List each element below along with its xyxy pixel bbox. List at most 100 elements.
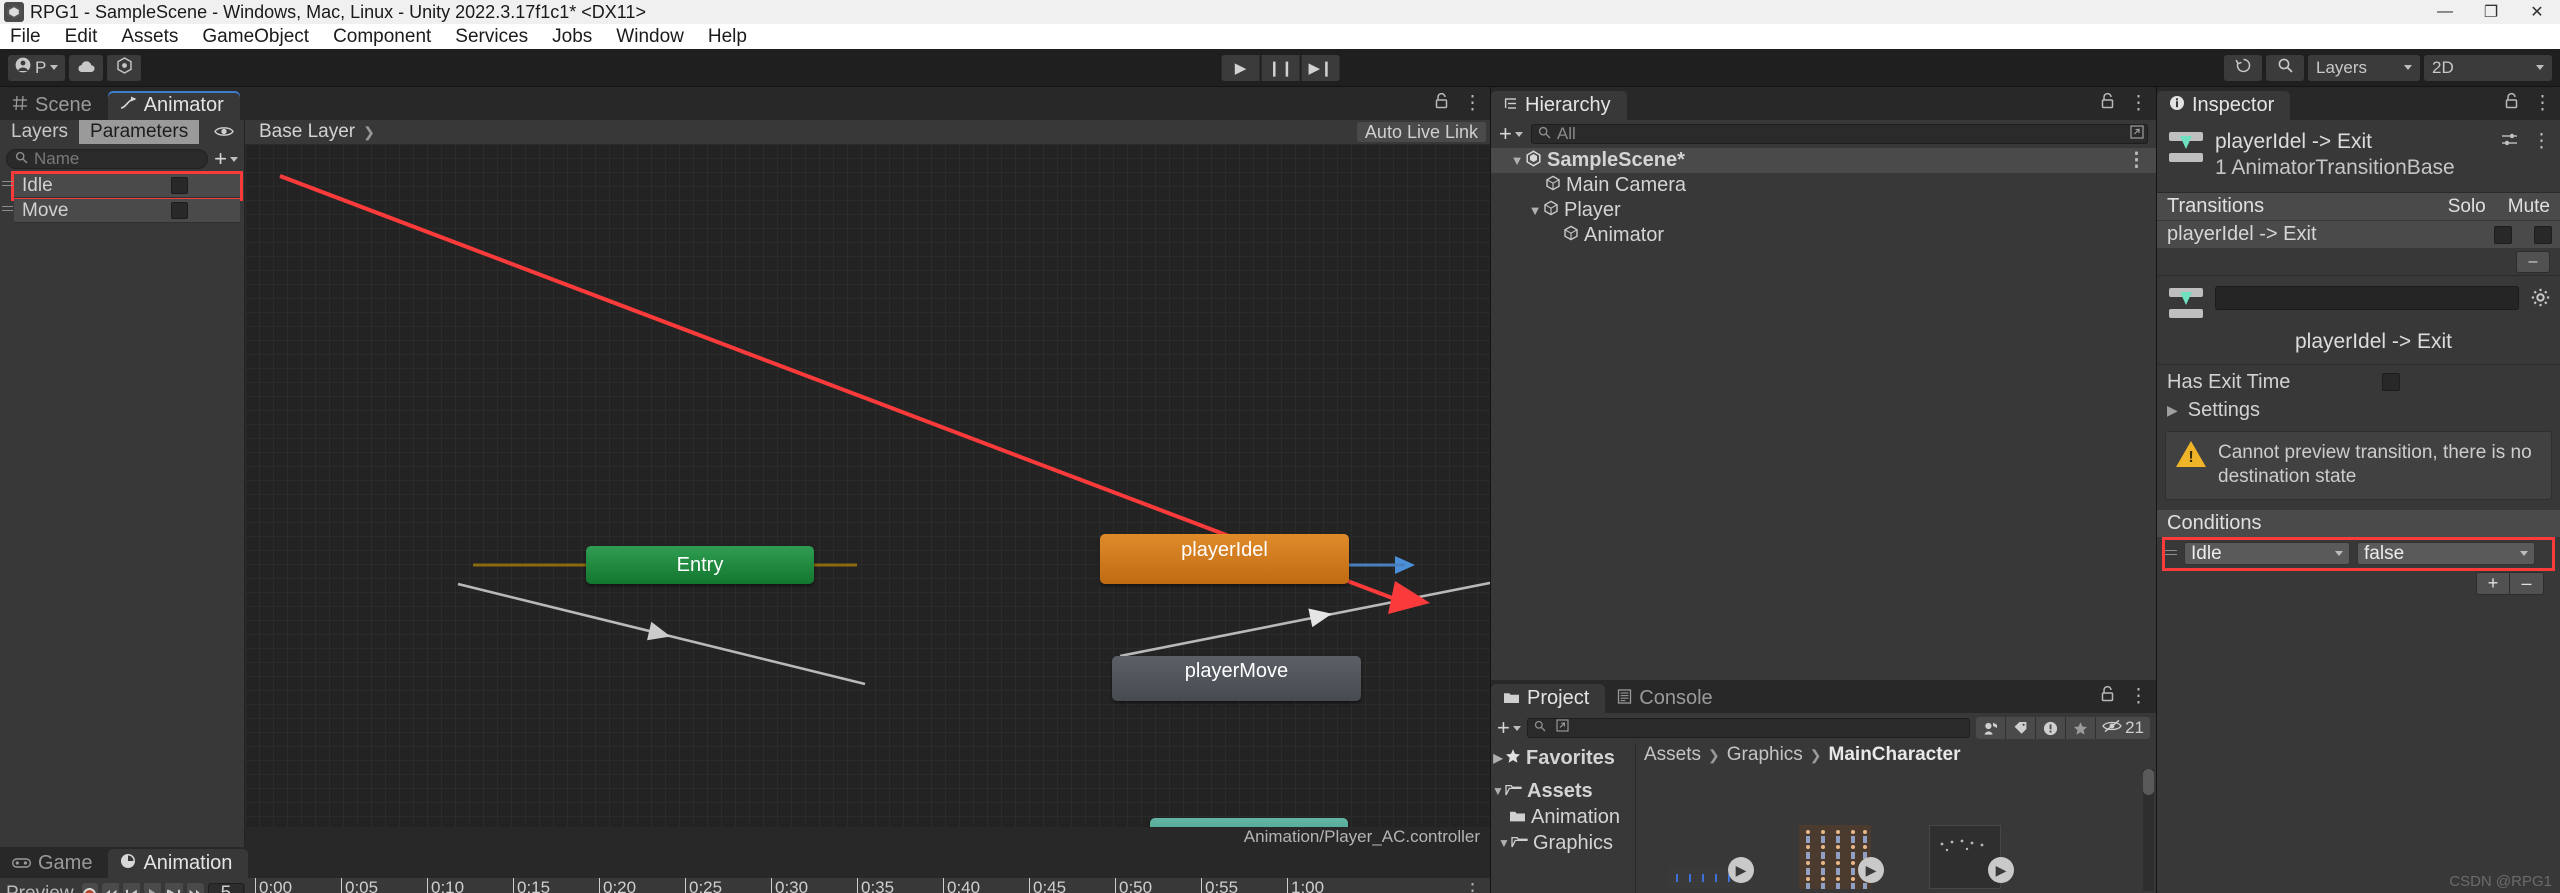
tab-console[interactable]: Console [1605,684,1728,713]
tab-scene[interactable]: Scene [0,91,108,120]
current-frame-input[interactable]: 5 [207,882,244,893]
auto-live-link-button[interactable]: Auto Live Link [1356,122,1486,142]
warning-filter-icon[interactable] [2036,717,2067,739]
parameter-row-move[interactable]: Move [2,199,240,223]
menu-item-component[interactable]: Component [321,24,443,49]
preview-label[interactable]: Preview [6,883,74,893]
breadcrumb-assets[interactable]: Assets [1644,744,1701,766]
play-preview-icon[interactable]: ▶ [1988,857,2014,883]
menu-item-file[interactable]: File [0,24,53,49]
twisty-open-icon[interactable]: ▼ [1497,836,1511,850]
eye-icon[interactable] [214,123,234,143]
play-button[interactable]: ▶ [1221,54,1260,81]
menu-bar[interactable]: File Edit Assets GameObject Component Se… [0,24,2560,49]
menu-item-jobs[interactable]: Jobs [540,24,604,49]
condition-value-dropdown[interactable]: false [2357,542,2535,566]
add-parameter-button[interactable]: + [214,146,238,172]
graph-node-entry[interactable]: Entry [586,546,814,584]
project-folder-tree[interactable]: ▶ Favorites ▼ Assets Animation ▼ Graphic… [1491,743,1636,893]
lock-icon[interactable] [1434,92,1449,114]
tab-game[interactable]: Game [0,849,108,878]
record-button[interactable] [81,882,99,893]
hierarchy-item-samplescene[interactable]: ▼ SampleScene* ⋮ [1491,148,2156,173]
hierarchy-item-main-camera[interactable]: Main Camera [1491,173,2156,198]
twisty-open-icon[interactable]: ▼ [1491,784,1505,798]
tab-project[interactable]: Project [1491,684,1606,713]
animation-timeline-ruler[interactable]: 0:00 0:05 0:10 0:15 0:20 0:25 0:30 0:35 … [245,878,1490,893]
graph-node-playermove[interactable]: playerMove [1112,656,1361,701]
play-animation-button[interactable] [144,882,162,893]
layout-dropdown[interactable]: 2D [2424,54,2552,81]
solo-checkbox[interactable] [2494,225,2512,244]
layers-dropdown[interactable]: Layers [2308,54,2420,81]
menu-item-services[interactable]: Services [443,24,540,49]
menu-item-window[interactable]: Window [604,24,696,49]
project-tree-item-assets[interactable]: ▼ Assets [1491,778,1635,804]
expand-search-icon[interactable] [2130,125,2144,143]
kebab-icon[interactable]: ⋮ [1463,94,1482,113]
kebab-icon[interactable]: ⋮ [2533,94,2552,113]
graph-node-playeridel[interactable]: playerIdel [1100,534,1349,584]
breadcrumb-graphics[interactable]: Graphics [1727,744,1803,766]
account-button[interactable]: P [8,54,66,81]
drag-handle-icon[interactable] [2,206,13,214]
preset-icon[interactable] [2501,132,2519,153]
close-button[interactable]: ✕ [2514,0,2560,24]
lock-icon[interactable] [2100,685,2115,707]
go-to-end-button[interactable] [186,882,204,893]
avatar-filter-icon[interactable] [1976,717,2007,739]
hierarchy-search-input[interactable]: All [1530,124,2148,144]
subtab-layers[interactable]: Layers [0,120,79,144]
mute-checkbox[interactable] [2534,225,2552,244]
services-button[interactable] [107,54,142,81]
twisty-open-icon[interactable]: ▼ [1509,153,1525,168]
favorite-filter-icon[interactable] [2066,717,2097,739]
play-preview-icon[interactable]: ▶ [1858,857,1884,883]
has-exit-time-checkbox[interactable] [2382,373,2400,391]
asset-item[interactable]: ▶ [1798,825,1884,889]
minimize-button[interactable]: — [2422,0,2468,24]
kebab-icon[interactable]: ⋮ [2129,94,2148,113]
project-tree-item-graphics[interactable]: ▼ Graphics [1491,830,1635,856]
kebab-icon[interactable]: ⋮ [2129,687,2148,706]
kebab-icon[interactable]: ⋮ [1463,882,1482,893]
prev-frame-button[interactable] [123,882,141,893]
menu-item-help[interactable]: Help [696,24,759,49]
twisty-open-icon[interactable]: ▼ [1527,203,1543,218]
play-preview-icon[interactable]: ▶ [1728,857,1754,883]
step-button[interactable]: ▶❙ [1301,54,1340,81]
asset-item[interactable]: ▶ [1668,857,1754,889]
project-create-button[interactable]: + [1497,715,1521,741]
kebab-icon[interactable]: ⋮ [2532,132,2551,153]
breadcrumb-maincharacter[interactable]: MainCharacter [1829,744,1961,766]
parameter-row-idle[interactable]: Idle [2,171,243,201]
twisty-closed-icon[interactable]: ▶ [1491,751,1505,765]
pause-button[interactable]: ❙❙ [1261,54,1300,81]
remove-condition-button[interactable]: – [2510,571,2544,595]
subtab-parameters[interactable]: Parameters [79,120,200,144]
next-frame-button[interactable] [165,882,183,893]
window-controls[interactable]: — ❐ ✕ [2422,0,2560,24]
asset-item[interactable]: ▶ [1928,825,2014,889]
add-condition-button[interactable]: + [2476,571,2510,595]
hierarchy-tree[interactable]: ▼ SampleScene* ⋮ Main Camera ▼ Player An… [1491,148,2156,680]
drag-handle-icon[interactable] [2165,549,2177,558]
kebab-icon[interactable]: ⋮ [2127,151,2146,170]
project-asset-grid[interactable]: ▶ ▶ ▶ [1636,767,2156,893]
gear-icon[interactable] [2531,288,2550,313]
animator-state-graph[interactable]: Entry playerIdel Exit playerMove Any Sta [245,144,1490,827]
expand-search-icon[interactable] [1556,719,1569,737]
hierarchy-add-button[interactable]: + [1499,121,1523,147]
graph-node-any-state[interactable]: Any State [1150,818,1348,827]
project-tree-item-favorites[interactable]: ▶ Favorites [1491,745,1635,771]
parameter-search-input[interactable]: Name [6,149,209,169]
search-button[interactable] [2266,54,2304,81]
project-tree-item-animation[interactable]: Animation [1491,804,1635,830]
hidden-assets-count[interactable]: 21 [2096,717,2150,739]
label-filter-icon[interactable] [2006,717,2037,739]
project-search-input[interactable] [1526,718,1971,738]
go-to-start-button[interactable] [102,882,120,893]
menu-item-assets[interactable]: Assets [109,24,190,49]
tab-animation[interactable]: Animation [108,849,249,878]
transition-row[interactable]: playerIdel -> Exit [2157,220,2560,248]
